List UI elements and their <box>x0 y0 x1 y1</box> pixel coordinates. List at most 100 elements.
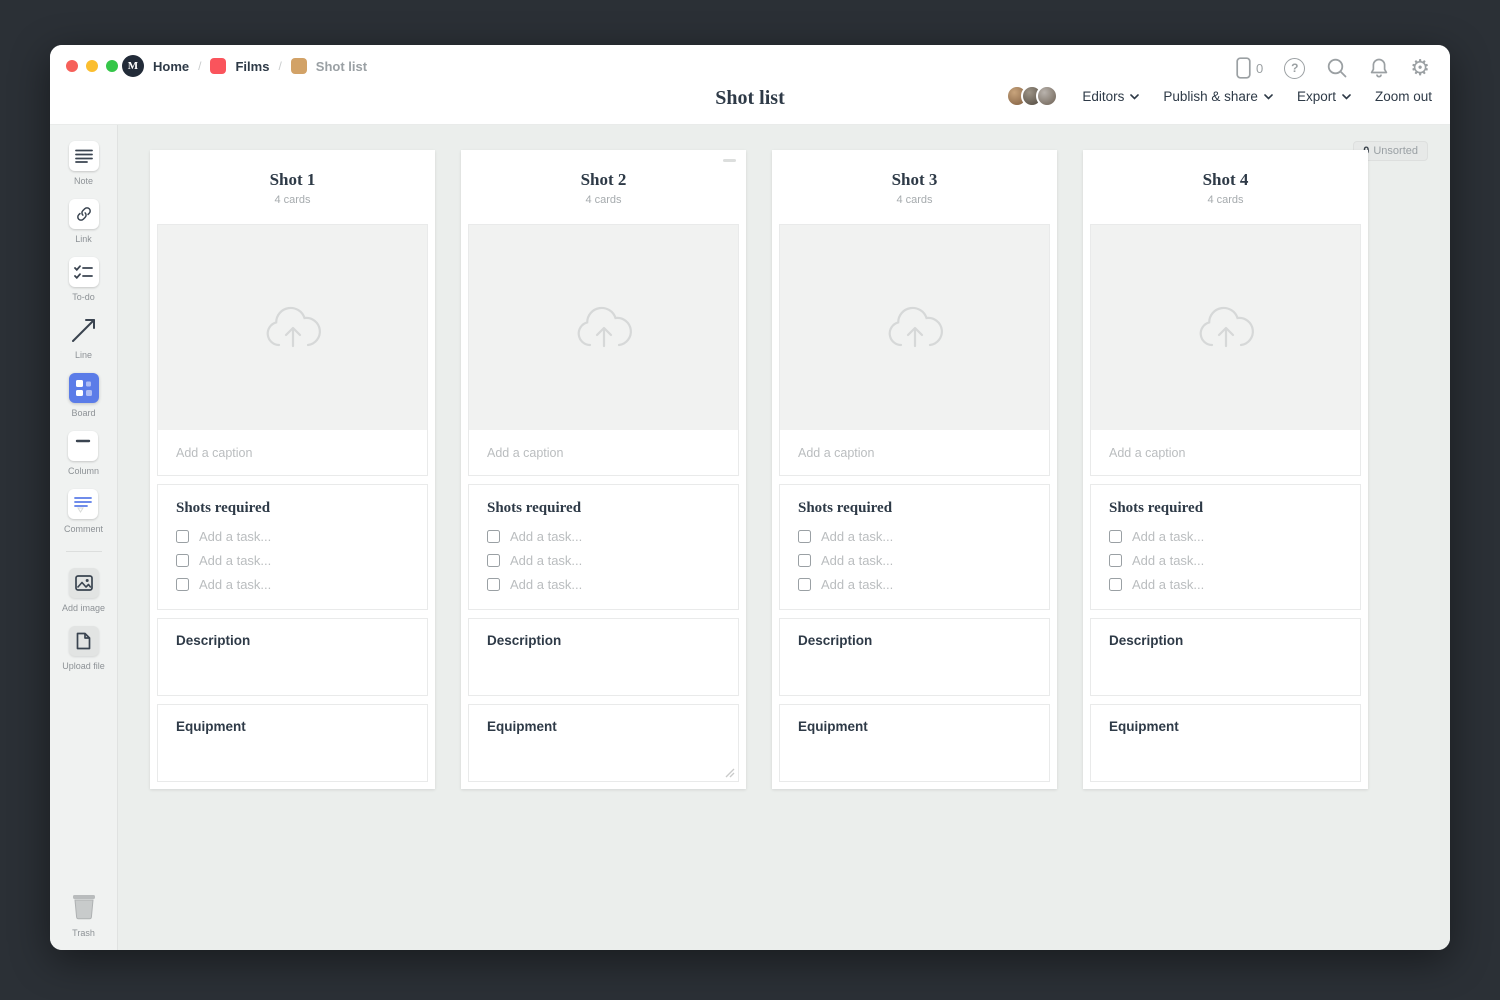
settings-gear-icon[interactable]: ⚙ <box>1410 57 1430 79</box>
equipment-card[interactable]: Equipment <box>1090 704 1361 782</box>
note-card-title: Equipment <box>798 719 1031 734</box>
todo-card-title[interactable]: Shots required <box>1109 500 1342 517</box>
line-arrow-icon <box>69 315 99 345</box>
shot-column-4: Shot 4 4 cards Add a caption Shots requi… <box>1083 150 1368 789</box>
shot-list-board-icon[interactable] <box>291 58 307 74</box>
task-checkbox[interactable] <box>798 554 811 567</box>
films-board-icon[interactable] <box>210 58 226 74</box>
zoom-out-button[interactable]: Zoom out <box>1375 89 1432 104</box>
column-title[interactable]: Shot 4 <box>1090 170 1361 190</box>
task-placeholder[interactable]: Add a task... <box>510 577 582 592</box>
phone-icon <box>1236 57 1251 79</box>
editor-avatars[interactable] <box>1006 85 1058 107</box>
todo-card-title[interactable]: Shots required <box>798 500 1031 517</box>
board-canvas[interactable]: 0 Unsorted Shot 1 4 cards Add a caption <box>118 125 1450 950</box>
task-placeholder[interactable]: Add a task... <box>821 553 893 568</box>
help-icon[interactable]: ? <box>1284 58 1305 79</box>
breadcrumb-films[interactable]: Films <box>235 59 269 74</box>
tool-link[interactable]: Link <box>69 199 99 244</box>
todo-task: Add a task... <box>1109 553 1342 568</box>
search-icon[interactable] <box>1326 57 1348 79</box>
tool-upload-file[interactable]: Upload file <box>62 626 105 671</box>
column-header: Shot 4 4 cards <box>1090 157 1361 216</box>
task-placeholder[interactable]: Add a task... <box>1132 553 1204 568</box>
minimize-window-button[interactable] <box>86 60 98 72</box>
todo-task: Add a task... <box>487 553 720 568</box>
todo-card-title[interactable]: Shots required <box>176 500 409 517</box>
todo-card-title[interactable]: Shots required <box>487 500 720 517</box>
column-collapse-handle[interactable] <box>723 159 736 162</box>
description-card[interactable]: Description <box>468 618 739 696</box>
tool-todo[interactable]: To-do <box>69 257 99 302</box>
task-placeholder[interactable]: Add a task... <box>821 529 893 544</box>
task-placeholder[interactable]: Add a task... <box>510 529 582 544</box>
chevron-down-icon <box>1130 94 1139 100</box>
notifications-bell-icon[interactable] <box>1369 57 1389 79</box>
todo-task: Add a task... <box>176 529 409 544</box>
column-title[interactable]: Shot 2 <box>468 170 739 190</box>
column-title[interactable]: Shot 3 <box>779 170 1050 190</box>
task-placeholder[interactable]: Add a task... <box>1132 577 1204 592</box>
task-placeholder[interactable]: Add a task... <box>1132 529 1204 544</box>
task-checkbox[interactable] <box>1109 530 1122 543</box>
task-placeholder[interactable]: Add a task... <box>199 553 271 568</box>
zoom-window-button[interactable] <box>106 60 118 72</box>
image-card: Add a caption <box>468 224 739 476</box>
tool-add-image[interactable]: Add image <box>62 568 105 613</box>
image-drop-zone[interactable] <box>780 225 1049 430</box>
task-placeholder[interactable]: Add a task... <box>199 529 271 544</box>
task-checkbox[interactable] <box>176 530 189 543</box>
caption-field[interactable]: Add a caption <box>469 430 738 475</box>
todo-card: Shots required Add a task... Add a task.… <box>779 484 1050 610</box>
todo-task: Add a task... <box>1109 529 1342 544</box>
tool-line[interactable]: Line <box>69 315 99 360</box>
export-button[interactable]: Export <box>1297 89 1351 104</box>
upload-cloud-icon <box>575 305 633 351</box>
description-card[interactable]: Description <box>157 618 428 696</box>
image-drop-zone[interactable] <box>1091 225 1360 430</box>
tool-board[interactable]: Board <box>69 373 99 418</box>
task-placeholder[interactable]: Add a task... <box>199 577 271 592</box>
breadcrumb-home[interactable]: Home <box>153 59 189 74</box>
close-window-button[interactable] <box>66 60 78 72</box>
description-card[interactable]: Description <box>779 618 1050 696</box>
breadcrumb: M Home / Films / Shot list <box>122 55 367 77</box>
caption-field[interactable]: Add a caption <box>780 430 1049 475</box>
task-checkbox[interactable] <box>1109 554 1122 567</box>
resize-handle[interactable] <box>725 768 735 778</box>
task-placeholder[interactable]: Add a task... <box>510 553 582 568</box>
mobile-uploads-button[interactable]: 0 <box>1236 57 1263 79</box>
image-drop-zone[interactable] <box>469 225 738 430</box>
task-checkbox[interactable] <box>798 578 811 591</box>
equipment-card[interactable]: Equipment <box>468 704 739 782</box>
note-card-title: Description <box>798 633 1031 648</box>
task-checkbox[interactable] <box>798 530 811 543</box>
tool-column[interactable]: Column <box>68 431 99 476</box>
tool-comment[interactable]: Comment <box>64 489 103 534</box>
equipment-card[interactable]: Equipment <box>779 704 1050 782</box>
tool-label: Line <box>75 350 92 360</box>
task-checkbox[interactable] <box>487 554 500 567</box>
todo-task: Add a task... <box>487 577 720 592</box>
task-checkbox[interactable] <box>487 530 500 543</box>
caption-field[interactable]: Add a caption <box>1091 430 1360 475</box>
note-card-title: Equipment <box>176 719 409 734</box>
caption-field[interactable]: Add a caption <box>158 430 427 475</box>
task-checkbox[interactable] <box>176 554 189 567</box>
column-title[interactable]: Shot 1 <box>157 170 428 190</box>
milanote-logo-icon[interactable]: M <box>122 55 144 77</box>
publish-share-button[interactable]: Publish & share <box>1163 89 1273 104</box>
task-checkbox[interactable] <box>176 578 189 591</box>
trash-dropzone[interactable]: Trash <box>50 889 117 938</box>
avatar <box>1036 85 1058 107</box>
column-card-count: 4 cards <box>157 194 428 206</box>
task-checkbox[interactable] <box>487 578 500 591</box>
task-placeholder[interactable]: Add a task... <box>821 577 893 592</box>
tool-note[interactable]: Note <box>69 141 99 186</box>
editors-menu-button[interactable]: Editors <box>1082 89 1139 104</box>
description-card[interactable]: Description <box>1090 618 1361 696</box>
image-drop-zone[interactable] <box>158 225 427 430</box>
equipment-card[interactable]: Equipment <box>157 704 428 782</box>
header-controls: Editors Publish & share Export Zoom out <box>1006 85 1432 107</box>
task-checkbox[interactable] <box>1109 578 1122 591</box>
